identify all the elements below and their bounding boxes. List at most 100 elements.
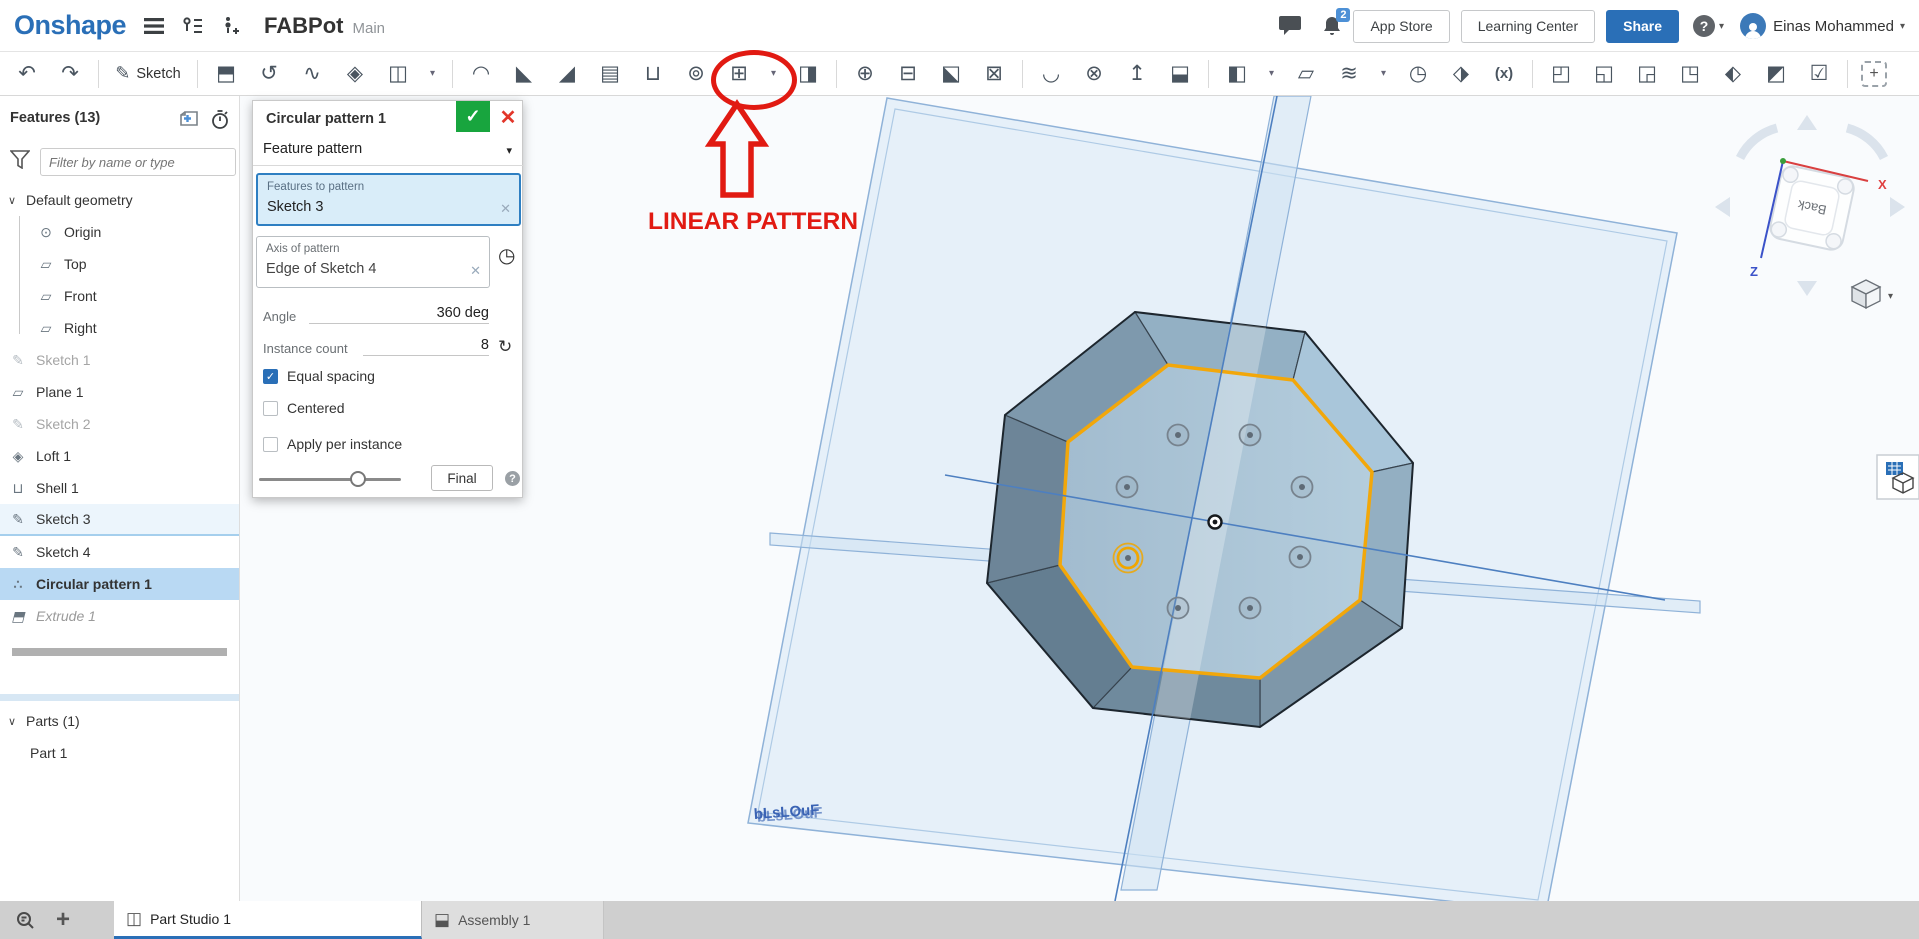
loft-icon[interactable]: ◈ <box>340 58 370 90</box>
chevron-down-icon[interactable]: ▾ <box>767 58 780 90</box>
comment-icon[interactable] <box>1278 15 1302 37</box>
chamfer-icon[interactable]: ◣ <box>509 58 539 90</box>
onshape-logo[interactable]: Onshape <box>14 10 127 41</box>
redo-icon[interactable]: ↷ <box>55 58 85 90</box>
equal-spacing-checkbox[interactable]: ✓ <box>263 368 278 384</box>
feature-row-front[interactable]: ▱ Front <box>0 280 239 312</box>
tab-assembly-1[interactable]: ⬓ Assembly 1 <box>422 901 604 939</box>
feature-row-extrude1[interactable]: ⬒ Extrude 1 <box>0 600 239 632</box>
recompute-icon[interactable]: ↻ <box>498 337 512 357</box>
feature-row-sketch2[interactable]: ✎ Sketch 2 <box>0 408 239 440</box>
point-icon[interactable]: ◷ <box>1403 58 1433 90</box>
feature-row-circular-pattern1[interactable]: ∴ Circular pattern 1 <box>0 568 239 600</box>
feature-row-right[interactable]: ▱ Right <box>0 312 239 344</box>
split-icon[interactable]: ⊟ <box>893 58 923 90</box>
feature-row-sketch1[interactable]: ✎ Sketch 1 <box>0 344 239 376</box>
delete-face-icon[interactable]: ⊗ <box>1079 58 1109 90</box>
centered-checkbox[interactable] <box>263 400 278 416</box>
chevron-down-icon[interactable]: ▾ <box>1377 58 1390 90</box>
roll-ccw-arrow[interactable] <box>1735 123 1779 161</box>
main-menu-icon[interactable] <box>144 17 165 34</box>
document-title[interactable]: FABPot <box>264 13 343 39</box>
sheet-metal-flange-icon[interactable]: ◰ <box>1546 58 1576 90</box>
final-button[interactable]: Final <box>431 465 493 491</box>
plane-icon[interactable]: ▱ <box>1291 58 1321 90</box>
rotate-right-arrow[interactable] <box>1890 197 1905 217</box>
rotate-down-arrow[interactable] <box>1797 281 1817 296</box>
chevron-down-icon[interactable]: ▾ <box>426 58 439 90</box>
filter-icon[interactable] <box>9 150 31 174</box>
rollback-slider-track[interactable] <box>259 478 401 481</box>
sheet-metal-bend-icon[interactable]: ◱ <box>1589 58 1619 90</box>
fillet-icon[interactable]: ◠ <box>466 58 496 90</box>
clear-selection-icon[interactable]: ✕ <box>470 263 481 279</box>
rotate-left-arrow[interactable] <box>1715 197 1730 217</box>
shell-icon[interactable]: ⊔ <box>638 58 668 90</box>
axis-of-pattern-field[interactable]: Axis of pattern Edge of Sketch 4 ✕ <box>256 236 490 288</box>
thicken-icon[interactable]: ◫ <box>383 58 413 90</box>
rollback-bar[interactable] <box>12 648 227 656</box>
chevron-down-icon[interactable]: ∨ <box>8 715 24 728</box>
app-store-button[interactable]: App Store <box>1353 9 1450 43</box>
panel-divider[interactable] <box>0 694 239 701</box>
selected-pattern-circle[interactable] <box>1112 542 1144 574</box>
user-caret-icon[interactable]: ▾ <box>1900 21 1905 32</box>
replace-face-icon[interactable]: ⬓ <box>1165 58 1195 90</box>
flyout-panel-button[interactable] <box>1876 454 1919 500</box>
instance-count-input[interactable]: 8 <box>363 337 489 356</box>
dialog-help-icon[interactable]: ? <box>505 471 520 486</box>
rotate-up-arrow[interactable] <box>1797 115 1817 130</box>
rib-icon[interactable]: ▤ <box>595 58 625 90</box>
feature-row-top[interactable]: ▱ Top <box>0 248 239 280</box>
revolve-icon[interactable]: ↺ <box>254 58 284 90</box>
direction-toggle-icon[interactable]: ◷ <box>498 243 515 268</box>
add-tab-icon[interactable]: + <box>56 906 70 934</box>
feature-row-sketch4[interactable]: ✎ Sketch 4 <box>0 536 239 568</box>
linear-pattern-icon[interactable]: ⊞ <box>711 49 797 110</box>
origin-point[interactable] <box>1207 514 1223 530</box>
user-menu[interactable]: Einas Mohammed <box>1773 18 1894 35</box>
workspace-name[interactable]: Main <box>352 20 385 37</box>
feature-row-origin[interactable]: ⊙ Origin <box>0 216 239 248</box>
extrude-icon[interactable]: ⬒ <box>211 58 241 90</box>
move-face-icon[interactable]: ↥ <box>1122 58 1152 90</box>
sweep-icon[interactable]: ∿ <box>297 58 327 90</box>
add-folder-icon[interactable] <box>177 110 199 132</box>
rollback-slider-thumb[interactable] <box>350 471 366 487</box>
apply-per-instance-checkbox[interactable] <box>263 436 278 452</box>
feature-row-plane1[interactable]: ▱ Plane 1 <box>0 376 239 408</box>
hole-icon[interactable]: ⊚ <box>681 58 711 90</box>
pattern-type-select[interactable]: Feature pattern ▾ <box>253 136 524 166</box>
helix-icon[interactable]: ≋ <box>1334 58 1364 90</box>
cancel-button[interactable]: ✕ <box>496 104 520 130</box>
chevron-down-icon[interactable]: ∨ <box>8 194 24 207</box>
part-row-part1[interactable]: Part 1 <box>0 737 239 769</box>
view-menu-cube-icon[interactable]: ▾ <box>1850 279 1893 310</box>
help-icon[interactable]: ? <box>1693 15 1716 37</box>
feature-row-shell1[interactable]: ⊔ Shell 1 <box>0 472 239 504</box>
confirm-button[interactable]: ✓ <box>456 101 490 132</box>
custom-feature-icon[interactable]: + <box>1861 60 1887 87</box>
sheet-metal-tab-icon[interactable]: ◲ <box>1632 58 1662 90</box>
import-icon[interactable]: ⬗ <box>1446 58 1476 90</box>
history-timer-icon[interactable] <box>211 110 229 134</box>
follow-mode-icon[interactable] <box>222 16 240 36</box>
parts-section-header[interactable]: ∨ Parts (1) <box>0 705 239 737</box>
share-button[interactable]: Share <box>1606 9 1680 43</box>
roll-cw-arrow[interactable] <box>1845 123 1889 161</box>
angle-input[interactable]: 360 deg <box>309 305 489 324</box>
sheet-metal-joint-icon[interactable]: ◳ <box>1675 58 1705 90</box>
sketch-button[interactable]: ✎ Sketch <box>112 58 184 90</box>
variable-icon[interactable]: (x) <box>1489 58 1519 90</box>
features-to-pattern-field[interactable]: Features to pattern Sketch 3 ✕ <box>256 173 521 226</box>
tab-part-studio-1[interactable]: ◫ Part Studio 1 <box>114 901 422 939</box>
surface-icon[interactable]: ◧ <box>1222 58 1252 90</box>
feature-row-sketch3[interactable]: ✎ Sketch 3 <box>0 504 239 536</box>
feature-row-loft1[interactable]: ◈ Loft 1 <box>0 440 239 472</box>
search-tabs-icon[interactable] <box>16 911 38 929</box>
mirror-icon[interactable]: ◨ <box>793 58 823 90</box>
boolean-icon[interactable]: ⊕ <box>850 58 880 90</box>
versions-icon[interactable] <box>182 16 204 35</box>
delete-part-icon[interactable]: ⊠ <box>979 58 1009 90</box>
learning-center-button[interactable]: Learning Center <box>1460 9 1596 43</box>
